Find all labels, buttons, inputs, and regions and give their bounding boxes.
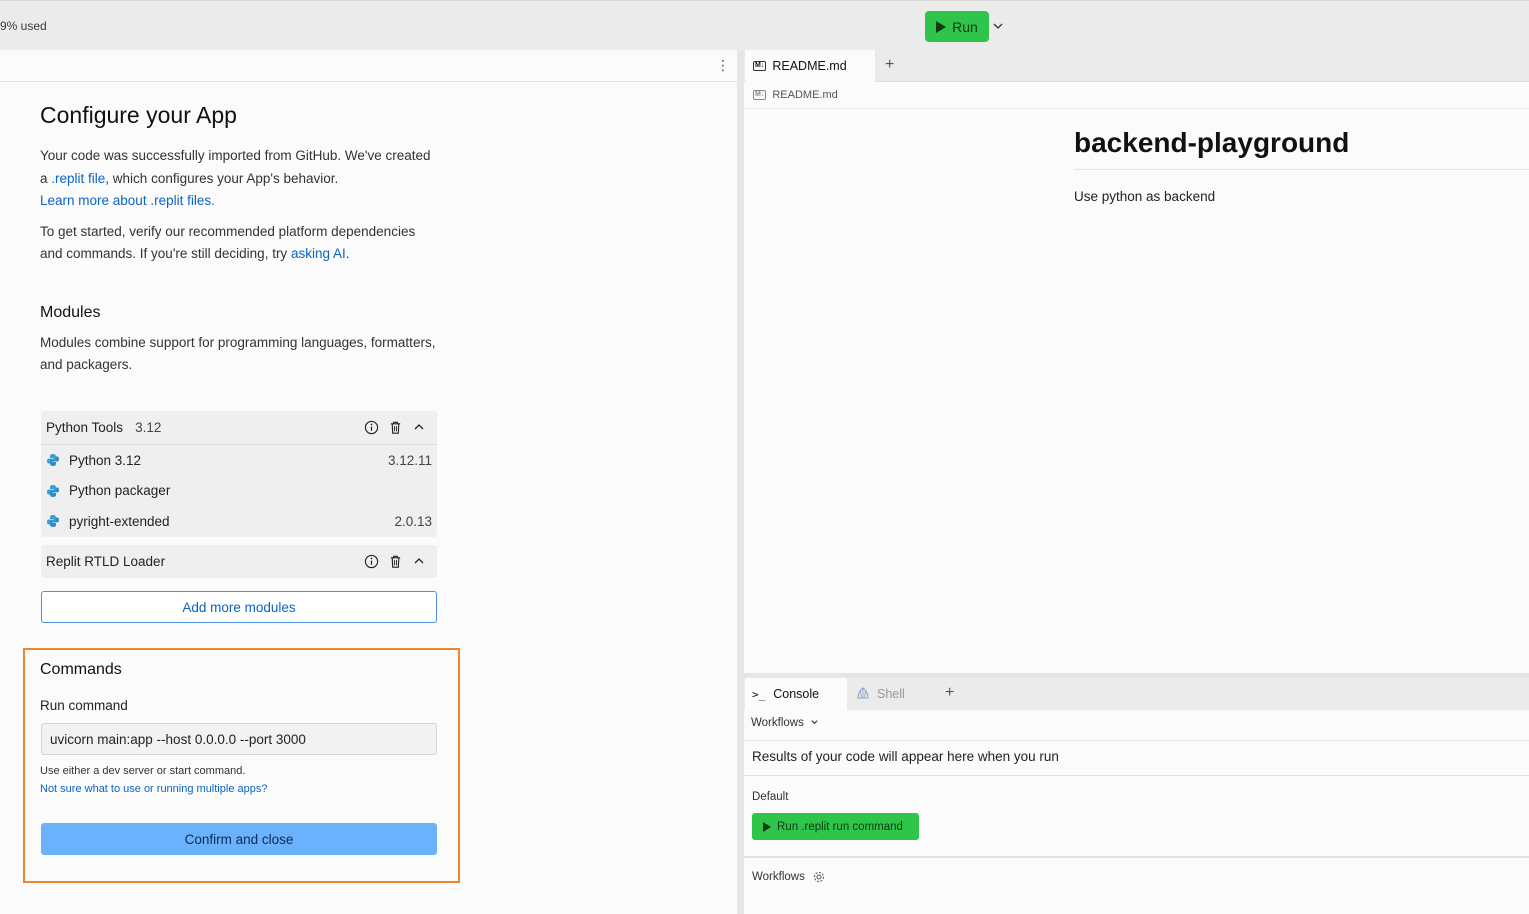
shell-icon: [857, 687, 869, 699]
intro-text: , which configures your App's behavior.: [105, 170, 339, 186]
python-icon: [47, 515, 59, 528]
new-tab-plus-icon[interactable]: +: [945, 684, 954, 702]
tab-readme[interactable]: M↓ README.md: [745, 50, 875, 82]
modules-description: Modules combine support for programming …: [40, 334, 436, 373]
terminal-icon: >_: [752, 687, 766, 701]
chevron-up-icon[interactable]: [411, 553, 427, 569]
module-group-python-tools: Python Tools 3.12 Python 3.12 3.12.11 Py…: [41, 411, 437, 537]
module-item-name: pyright-extended: [69, 513, 170, 529]
play-icon: [936, 20, 947, 33]
chevron-up-icon[interactable]: [411, 419, 427, 435]
breadcrumb-file[interactable]: README.md: [772, 89, 837, 101]
run-replit-command-label: Run .replit run command: [777, 820, 903, 833]
intro-text: .: [345, 246, 350, 261]
divider: [1074, 169, 1529, 170]
python-icon: [47, 454, 59, 467]
tab-label: Shell: [877, 687, 905, 701]
module-group-header[interactable]: Replit RTLD Loader: [41, 545, 437, 578]
divider: [744, 775, 1529, 776]
chevron-down-icon[interactable]: [992, 19, 1004, 33]
module-item-version: 3.12.11: [387, 452, 432, 468]
replit-file-link[interactable]: .replit file: [51, 171, 105, 186]
python-icon: [47, 484, 59, 497]
tab-shell[interactable]: Shell: [850, 678, 934, 710]
readme-heading: backend-playground: [1074, 127, 1350, 158]
module-item: Python packager: [41, 476, 437, 507]
new-tab-plus-icon[interactable]: +: [885, 56, 894, 74]
vertical-splitter[interactable]: [737, 50, 744, 914]
trash-icon[interactable]: [387, 419, 403, 435]
run-button[interactable]: Run: [925, 11, 989, 42]
add-modules-button[interactable]: Add more modules: [41, 591, 437, 623]
info-icon[interactable]: [363, 419, 379, 435]
run-command-hint: Use either a dev server or start command…: [40, 765, 246, 777]
console-pane: [744, 678, 1529, 914]
run-command-input[interactable]: [41, 723, 437, 755]
readme-body: Use python as backend: [1074, 189, 1216, 204]
run-command-label: Run command: [40, 698, 128, 713]
intro-paragraph: Your code was successfully imported from…: [40, 145, 440, 213]
gear-icon[interactable]: [813, 871, 825, 883]
markdown-icon: M↓: [753, 90, 767, 100]
help-link[interactable]: Not sure what to use or running multiple…: [40, 783, 267, 795]
markdown-icon: M↓: [753, 61, 767, 71]
panel-header: ⋮: [0, 50, 737, 82]
module-item: pyright-extended 2.0.13: [41, 506, 437, 537]
console-results-text: Results of your code will appear here wh…: [752, 749, 1059, 764]
divider: [744, 108, 1529, 109]
default-workflow-label: Default: [752, 791, 789, 803]
module-item-name: Python 3.12: [69, 452, 142, 468]
module-group-rtld-loader: Replit RTLD Loader: [41, 545, 437, 578]
trash-icon[interactable]: [387, 553, 403, 569]
run-replit-command-button[interactable]: Run .replit run command: [752, 813, 919, 840]
module-item: Python 3.12 3.12.11: [41, 445, 437, 476]
getting-started-paragraph: To get started, verify our recommended p…: [40, 221, 440, 266]
top-bar: 9% used Run: [0, 0, 1529, 50]
module-group-version: 3.12: [135, 420, 162, 435]
tab-label: Console: [773, 687, 820, 701]
page-title: Configure your App: [40, 102, 237, 128]
usage-indicator: 9% used: [0, 19, 47, 33]
module-group-name: Replit RTLD Loader: [46, 554, 166, 569]
breadcrumb: M↓ README.md: [753, 89, 838, 101]
tab-label: README.md: [772, 59, 847, 73]
divider: [744, 856, 1529, 858]
module-item-version: 2.0.13: [394, 513, 432, 529]
module-group-name: Python Tools: [46, 420, 124, 435]
tab-console[interactable]: >_ Console: [745, 678, 847, 710]
learn-more-link[interactable]: Learn more about .replit files.: [40, 193, 215, 208]
run-button-label: Run: [952, 18, 978, 35]
module-group-header[interactable]: Python Tools 3.12: [41, 411, 437, 444]
modules-heading: Modules: [40, 303, 101, 321]
workflows-dropdown-label: Workflows: [751, 717, 804, 729]
info-icon[interactable]: [363, 553, 379, 569]
play-icon: [763, 821, 771, 832]
workflows-label: Workflows: [752, 871, 805, 883]
intro-text: To get started, verify our recommended p…: [40, 223, 416, 262]
chevron-down-icon: [811, 720, 818, 725]
module-list: Python 3.12 3.12.11 Python packager pyri…: [41, 444, 437, 537]
module-item-name: Python packager: [69, 483, 171, 499]
divider: [744, 740, 1529, 741]
more-options-icon[interactable]: ⋮: [716, 58, 730, 72]
confirm-and-close-button[interactable]: Confirm and close: [41, 823, 437, 855]
commands-heading: Commands: [40, 661, 122, 678]
workflows-section: Workflows: [752, 871, 825, 883]
asking-ai-link[interactable]: asking AI: [291, 246, 346, 261]
workflows-dropdown[interactable]: Workflows: [751, 717, 819, 729]
configure-content: Configure your App Your code was success…: [40, 102, 440, 377]
